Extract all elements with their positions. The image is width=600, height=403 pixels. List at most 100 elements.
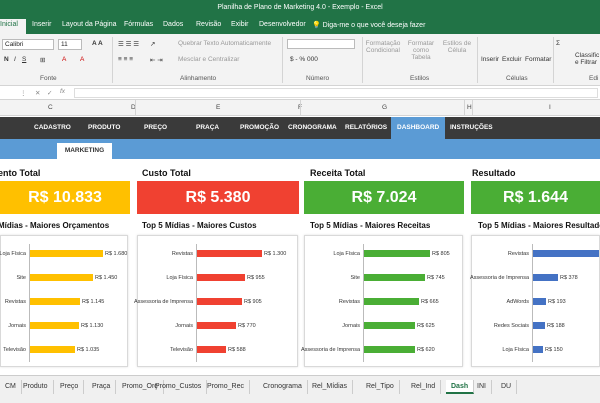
sheet-tab-promo-custos[interactable]: Promo_Custos — [150, 380, 208, 394]
nav-cronograma[interactable]: CRONOGRAMA — [288, 117, 337, 139]
divider — [112, 37, 113, 83]
sheet-tab-du[interactable]: DU — [496, 380, 518, 394]
subtab-marketing[interactable]: MARKETING — [57, 143, 112, 159]
chart-revenues: Loja Física R$ 805 Site R$ 745 Revistas R$ 66… — [301, 235, 463, 367]
align-top-icon[interactable]: ☰ ☰ ☰ — [118, 40, 139, 48]
ribbon-tabs: Inicial Inserir Layout da Página Fórmula… — [0, 18, 600, 34]
column-header-i[interactable]: I — [549, 104, 551, 111]
tell-me-box[interactable]: 💡 Diga-me o que você deseja fazer — [312, 21, 425, 29]
fill-color-icon[interactable]: A — [62, 56, 66, 63]
bar-category-label: Jornais — [8, 323, 26, 329]
bar — [197, 298, 242, 305]
group-cells-label: Células — [506, 75, 528, 82]
bar — [197, 250, 262, 257]
sheet-tab-promo-rec[interactable]: Promo_Rec — [202, 380, 250, 394]
tab-formulas[interactable]: Fórmulas — [124, 21, 153, 28]
underline-button[interactable]: S — [22, 56, 26, 63]
bar-value-label: R$ 905 — [244, 299, 262, 305]
group-styles-label: Estilos — [410, 75, 430, 82]
sheet-tab-pra-a[interactable]: Praça — [87, 380, 117, 394]
sheet-tab-produto[interactable]: Produto — [18, 380, 54, 394]
divider — [464, 100, 465, 116]
kpi-revenue-value: R$ 7.024 — [304, 181, 464, 214]
sheet-tab-rel-tipo[interactable]: Rel_Tipo — [361, 380, 400, 394]
font-size-select[interactable]: 11 — [58, 39, 82, 50]
bar — [533, 322, 545, 329]
orientation-icon[interactable]: ↗ — [150, 40, 155, 48]
bar-category-label: Site — [350, 275, 360, 281]
sort-filter-button[interactable]: Classificar e Filtrar — [575, 52, 599, 66]
tab-inserir[interactable]: Inserir — [32, 21, 51, 28]
bar-category-label: AdWords — [506, 299, 529, 305]
autosum-icon[interactable]: Σ — [556, 40, 560, 47]
indent-icon[interactable]: ⇤ ⇥ — [150, 56, 163, 64]
group-number-label: Número — [306, 75, 330, 82]
column-header-c[interactable]: C — [48, 104, 53, 111]
sheet-tab-ini[interactable]: INI — [472, 380, 492, 394]
bar-value-label: R$ 1.680 — [105, 251, 128, 257]
column-header-h[interactable]: H — [467, 104, 472, 111]
nav-cadastro[interactable]: CADASTRO — [34, 117, 71, 139]
tab-revisao[interactable]: Revisão — [196, 21, 221, 28]
font-color-icon[interactable]: A — [80, 56, 84, 63]
sheet-tab-rel-m-dias[interactable]: Rel_Mídias — [307, 380, 354, 394]
nav-dashboard[interactable]: DASHBOARD — [391, 117, 446, 139]
tab-layout[interactable]: Layout da Página — [62, 21, 117, 28]
divider — [553, 37, 554, 83]
format-cells-button[interactable]: Formatar — [525, 56, 551, 63]
bar-value-label: R$ 1.130 — [81, 323, 104, 329]
tell-me-text: Diga-me o que você deseja fazer — [322, 22, 426, 29]
bar-value-label: R$ 1.035 — [77, 347, 100, 353]
bar-value-label: R$ 1.145 — [82, 299, 105, 305]
bar-category-label: Loja Física — [166, 275, 193, 281]
tab-dados[interactable]: Dados — [163, 21, 183, 28]
nav-instrucoes[interactable]: INSTRUÇÕES — [450, 117, 493, 139]
align-left-icon[interactable]: ≡ ≡ ≡ — [118, 56, 133, 63]
column-header-g[interactable]: G — [382, 104, 387, 111]
cancel-icon[interactable]: ✕ — [35, 89, 40, 97]
bar-value-label: R$ 150 — [545, 347, 563, 353]
bar-category-label: Jornais — [175, 323, 193, 329]
number-format-select[interactable] — [287, 39, 355, 49]
fx-icon[interactable]: fx — [60, 88, 65, 95]
dashboard-nav: CADASTRO PRODUTO PREÇO PRAÇA PROMOÇÃO CR… — [0, 117, 600, 139]
nav-preco[interactable]: PREÇO — [144, 117, 167, 139]
sheet-tab-pre-o[interactable]: Preço — [55, 380, 85, 394]
nav-praca[interactable]: PRAÇA — [196, 117, 219, 139]
font-grow-icon[interactable]: A A — [92, 40, 103, 47]
divider — [472, 100, 473, 116]
chart-title-revenues: Top 5 Mídias - Maiores Receitas — [310, 221, 431, 230]
conditional-format-button[interactable]: Formatação Condicional — [364, 40, 402, 54]
bar — [364, 322, 415, 329]
nav-promocao[interactable]: PROMOÇÃO — [240, 117, 279, 139]
currency-icon[interactable]: $ - % 000 — [290, 56, 318, 63]
sheet-tab-cronograma[interactable]: Cronograma — [258, 380, 308, 394]
bold-button[interactable]: N — [4, 56, 9, 63]
sheet-tab-rel-ind[interactable]: Rel_Ind — [406, 380, 442, 394]
sheet-tab-dash[interactable]: Dash — [446, 380, 475, 394]
nav-produto[interactable]: PRODUTO — [88, 117, 120, 139]
delete-cells-button[interactable]: Excluir — [502, 56, 522, 63]
insert-cells-button[interactable]: Inserir — [481, 56, 499, 63]
borders-icon[interactable]: ⊞ — [40, 56, 45, 64]
column-header-e[interactable]: E — [216, 104, 220, 111]
confirm-icon[interactable]: ✓ — [47, 89, 52, 97]
wrap-text-button[interactable]: Quebrar Texto Automaticamente — [178, 40, 271, 47]
font-name-select[interactable]: Calibri — [2, 39, 54, 50]
format-table-button[interactable]: Formatar como Tabela — [404, 40, 438, 61]
kpi-result-value: R$ 1.644 — [471, 181, 600, 214]
italic-button[interactable]: I — [14, 56, 16, 63]
tab-desenvolvedor[interactable]: Desenvolvedor — [259, 21, 306, 28]
chart-title-costs: Top 5 Mídias - Maiores Custos — [142, 221, 257, 230]
formula-input[interactable] — [74, 88, 598, 98]
cell-styles-button[interactable]: Estilos de Célula — [440, 40, 474, 54]
bar — [30, 346, 75, 353]
bar — [364, 274, 425, 281]
tab-inicial[interactable]: Inicial — [0, 19, 26, 34]
tab-exibir[interactable]: Exibir — [231, 21, 249, 28]
kpi-title-cost: Custo Total — [142, 168, 191, 178]
formula-bar-controls: ⋮ — [20, 90, 27, 97]
nav-relatorios[interactable]: RELATÓRIOS — [345, 117, 387, 139]
merge-center-button[interactable]: Mesclar e Centralizar — [178, 56, 239, 63]
kpi-cost-value: R$ 5.380 — [137, 181, 299, 214]
